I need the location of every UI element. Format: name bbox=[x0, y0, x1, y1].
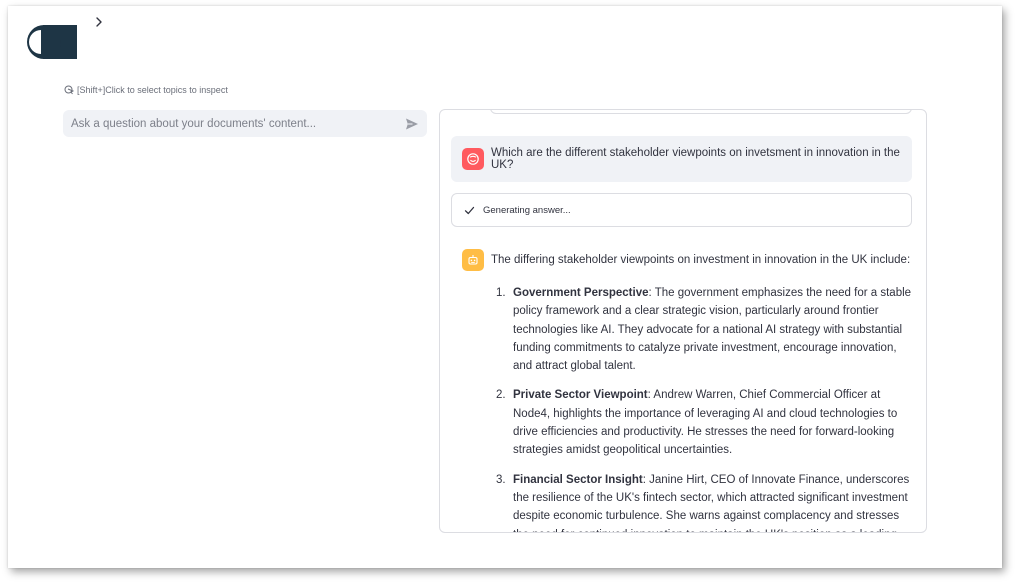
assistant-message: The differing stakeholder viewpoints on … bbox=[462, 249, 916, 532]
user-message-text: Which are the different stakeholder view… bbox=[491, 147, 900, 171]
list-item-title: Financial Sector Insight bbox=[513, 473, 643, 486]
assistant-intro: The differing stakeholder viewpoints on … bbox=[491, 254, 911, 266]
list-item-number: 2. bbox=[496, 389, 506, 402]
user-face-icon bbox=[467, 153, 479, 165]
send-icon[interactable] bbox=[405, 117, 419, 131]
question-input-container[interactable] bbox=[63, 110, 427, 137]
status-text: Generating answer... bbox=[483, 204, 571, 216]
list-item-title: Private Sector Viewpoint bbox=[513, 389, 648, 402]
user-message: Which are the different stakeholder view… bbox=[451, 136, 912, 182]
status-expander[interactable]: Generating answer... bbox=[451, 193, 912, 227]
inspect-hint: [Shift+]Click to select topics to inspec… bbox=[64, 85, 228, 95]
list-item-body: : The government emphasizes the need for… bbox=[513, 287, 912, 373]
user-avatar bbox=[462, 148, 484, 170]
inspect-cursor-icon bbox=[64, 85, 74, 95]
inspect-hint-text: [Shift+]Click to select topics to inspec… bbox=[77, 85, 228, 95]
robot-icon bbox=[468, 255, 478, 265]
check-icon bbox=[464, 206, 475, 214]
list-item-number: 1. bbox=[496, 287, 506, 299]
app-window: [Shift+]Click to select topics to inspec… bbox=[8, 6, 1002, 568]
chevron-right-icon[interactable] bbox=[94, 15, 104, 29]
question-input[interactable] bbox=[71, 117, 405, 130]
list-item: 2. Private Sector Viewpoint: Andrew Warr… bbox=[496, 386, 916, 459]
previous-message-edge bbox=[490, 110, 912, 114]
assistant-avatar bbox=[462, 249, 484, 271]
list-item: 1. Government Perspective: The governmen… bbox=[496, 284, 916, 375]
app-logo[interactable] bbox=[26, 24, 77, 60]
answer-list: 1. Government Perspective: The governmen… bbox=[496, 284, 916, 532]
list-item: 3. Financial Sector Insight: Janine Hirt… bbox=[496, 471, 916, 532]
list-item-title: Government Perspective bbox=[513, 287, 649, 299]
chat-panel[interactable]: Which are the different stakeholder view… bbox=[439, 109, 927, 533]
list-item-number: 3. bbox=[496, 473, 506, 486]
